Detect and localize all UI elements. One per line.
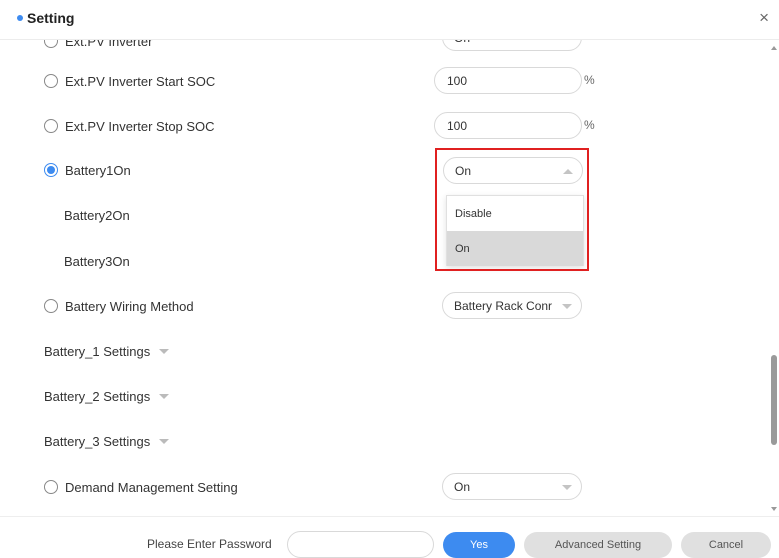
title-dot-icon	[17, 15, 23, 21]
dialog-header: Setting ×	[0, 0, 779, 40]
battery1-value: On	[455, 163, 472, 178]
wiring-method-label: Battery Wiring Method	[65, 298, 194, 314]
dialog-title: Setting	[27, 10, 75, 26]
chevron-up-icon	[563, 169, 573, 174]
radio-icon[interactable]	[44, 480, 58, 494]
chevron-down-icon	[159, 393, 170, 399]
cancel-button[interactable]: Cancel	[681, 532, 771, 558]
start-soc-row[interactable]: Ext.PV Inverter Start SOC	[44, 71, 215, 91]
battery1-label: Battery1On	[65, 162, 131, 178]
wiring-method-value: Battery Rack Conr	[454, 298, 553, 313]
battery1-settings-label: Battery_1 Settings	[44, 343, 151, 359]
dropdown-option-on[interactable]: On	[447, 231, 583, 266]
battery3-row: Battery3On	[64, 251, 130, 271]
scroll-down-arrow-icon[interactable]	[771, 507, 777, 511]
start-soc-label: Ext.PV Inverter Start SOC	[65, 73, 216, 89]
wiring-method-row[interactable]: Battery Wiring Method	[44, 296, 194, 316]
battery2-row: Battery2On	[64, 205, 130, 225]
chevron-down-icon	[159, 438, 170, 444]
battery3-label: Battery3On	[64, 253, 130, 269]
start-soc-unit: %	[584, 73, 595, 87]
password-label: Please Enter Password	[147, 537, 272, 551]
demand-management-label: Demand Management Setting	[65, 479, 238, 495]
start-soc-input[interactable]: 100	[434, 67, 582, 94]
password-input[interactable]	[287, 531, 434, 558]
close-icon[interactable]: ×	[759, 8, 769, 28]
battery1-dropdown-list: Disable On	[446, 195, 584, 266]
dialog-footer: Please Enter Password Yes Advanced Setti…	[0, 516, 779, 558]
battery3-settings-toggle[interactable]: Battery_3 Settings	[44, 431, 170, 451]
settings-content: Ext.PV Inverter On Ext.PV Inverter Start…	[0, 0, 770, 516]
chevron-down-icon	[562, 304, 572, 309]
scroll-up-arrow-icon[interactable]	[771, 46, 777, 50]
stop-soc-label: Ext.PV Inverter Stop SOC	[65, 118, 215, 134]
stop-soc-unit: %	[584, 118, 595, 132]
chevron-down-icon	[562, 485, 572, 490]
stop-soc-value: 100	[447, 118, 468, 133]
battery1-row[interactable]: Battery1On	[44, 160, 131, 180]
advanced-setting-button[interactable]: Advanced Setting	[524, 532, 672, 558]
demand-management-row[interactable]: Demand Management Setting	[44, 477, 238, 497]
scrollbar-thumb[interactable]	[771, 355, 777, 445]
yes-button[interactable]: Yes	[443, 532, 515, 558]
battery2-label: Battery2On	[64, 207, 130, 223]
radio-checked-icon[interactable]	[44, 163, 58, 177]
battery2-settings-label: Battery_2 Settings	[44, 388, 151, 404]
vertical-scrollbar[interactable]	[770, 40, 779, 515]
battery3-settings-label: Battery_3 Settings	[44, 433, 151, 449]
battery2-settings-toggle[interactable]: Battery_2 Settings	[44, 386, 170, 406]
stop-soc-row[interactable]: Ext.PV Inverter Stop SOC	[44, 116, 215, 136]
battery1-settings-toggle[interactable]: Battery_1 Settings	[44, 341, 170, 361]
chevron-down-icon	[159, 348, 170, 354]
start-soc-value: 100	[447, 73, 468, 88]
stop-soc-input[interactable]: 100	[434, 112, 582, 139]
radio-icon[interactable]	[44, 74, 58, 88]
demand-management-select[interactable]: On	[442, 473, 582, 500]
battery1-select[interactable]: On	[443, 157, 583, 184]
demand-management-value: On	[454, 479, 471, 494]
radio-icon[interactable]	[44, 299, 58, 313]
radio-icon[interactable]	[44, 119, 58, 133]
dropdown-option-disable[interactable]: Disable	[447, 196, 583, 231]
wiring-method-select[interactable]: Battery Rack Conr	[442, 292, 582, 319]
